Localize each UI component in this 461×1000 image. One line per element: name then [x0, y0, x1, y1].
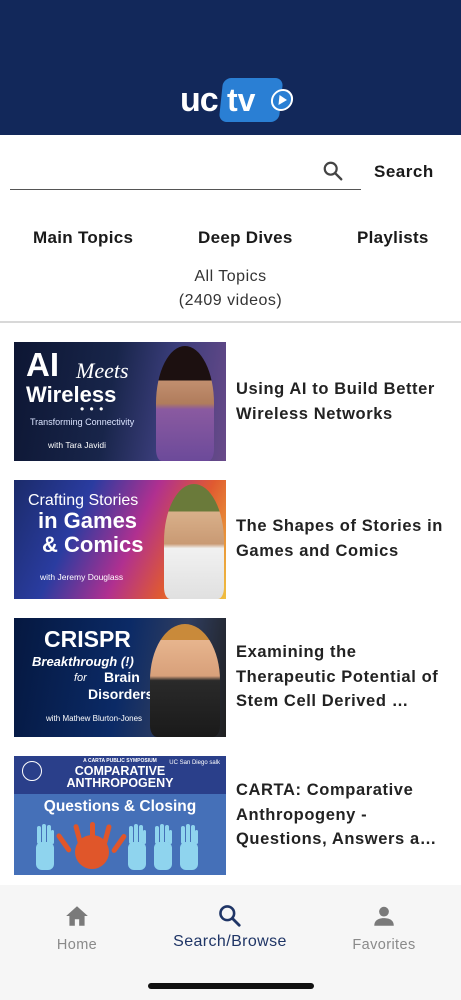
video-title[interactable]: CARTA: Comparative Anthropogeny - Questi… [236, 778, 451, 852]
thumb-text: ANTHROPOGENY [66, 776, 174, 790]
search-input[interactable] [10, 150, 361, 190]
list-item-video-1[interactable]: AI Meets Wireless • • • Transforming Con… [14, 342, 454, 462]
search-row: Search [10, 150, 451, 192]
tab-main-topics[interactable]: Main Topics [33, 228, 133, 248]
home-indicator[interactable] [148, 983, 314, 989]
thumb-text: CRISPR [44, 626, 131, 652]
thumb-text: • • • [80, 402, 105, 416]
presenter-photo [150, 624, 220, 737]
list-item-video-4[interactable]: A CARTA PUBLIC SYMPOSIUM COMPARATIVE ANT… [14, 756, 454, 876]
thumb-text: Disorders [88, 686, 154, 702]
bottom-navigation: Home Search/Browse Favorites [0, 885, 461, 1000]
app-header: uc tv [0, 0, 461, 135]
search-icon[interactable] [322, 160, 344, 182]
nav-search-label: Search/Browse [173, 933, 287, 950]
thumb-presenter: with Mathew Blurton-Jones [46, 714, 143, 723]
topic-title: All Topics [194, 268, 267, 285]
hands-illustration-icon [36, 822, 198, 870]
thumb-text: & Comics [42, 532, 144, 557]
nav-favorites-label: Favorites [352, 937, 416, 953]
play-icon [269, 89, 294, 111]
divider [0, 321, 461, 323]
search-button[interactable]: Search [374, 162, 434, 182]
logo-tv-box: tv [218, 78, 294, 122]
thumb-text: Questions & Closing [43, 798, 197, 815]
logo-uc-text: uc [180, 81, 219, 119]
tab-deep-dives[interactable]: Deep Dives [198, 228, 293, 248]
nav-home[interactable]: Home [17, 903, 137, 953]
video-title[interactable]: Using AI to Build Better Wireless Networ… [236, 377, 451, 426]
thumb-text: Brain Disorders [88, 669, 153, 703]
nav-home-label: Home [56, 937, 98, 953]
search-icon [219, 905, 241, 927]
thumb-text: AI [26, 346, 59, 383]
presenter-photo [164, 484, 224, 599]
thumb-text: in Games [38, 508, 138, 533]
video-thumbnail[interactable]: A CARTA PUBLIC SYMPOSIUM COMPARATIVE ANT… [14, 756, 226, 875]
home-icon [66, 906, 88, 926]
nav-favorites[interactable]: Favorites [324, 903, 444, 953]
thumb-text: Meets [76, 358, 129, 383]
thumb-text: Breakthrough (!) [32, 654, 134, 669]
nav-search-browse[interactable]: Search/Browse [170, 903, 290, 951]
thumb-text: for [74, 672, 87, 684]
person-icon [374, 906, 394, 926]
thumb-presenter: with Jeremy Douglass [40, 572, 124, 582]
video-thumbnail[interactable]: CRISPR Breakthrough (!) for Brain Disord… [14, 618, 226, 737]
thumb-logo-text: UC San Diego salk [169, 760, 220, 766]
thumb-text: Brain [104, 669, 140, 685]
video-title[interactable]: Examining the Therapeutic Potential of S… [236, 640, 451, 714]
topic-tabs: Main Topics Deep Dives Playlists [0, 228, 461, 252]
video-thumbnail[interactable]: AI Meets Wireless • • • Transforming Con… [14, 342, 226, 461]
uctv-logo[interactable]: uc tv [180, 76, 294, 124]
video-title[interactable]: The Shapes of Stories in Games and Comic… [236, 514, 451, 563]
list-item-video-3[interactable]: CRISPR Breakthrough (!) for Brain Disord… [14, 618, 454, 738]
logo-tv-text: tv [226, 82, 256, 118]
thumb-text: Transforming Connectivity [30, 417, 135, 427]
list-item-video-2[interactable]: Crafting Stories in Games & Comics with … [14, 480, 454, 600]
thumb-presenter: with Tara Javidi [48, 440, 106, 450]
tab-playlists[interactable]: Playlists [357, 228, 429, 248]
topic-video-count: (2409 videos) [178, 292, 283, 309]
presenter-photo [156, 346, 214, 461]
video-thumbnail[interactable]: Crafting Stories in Games & Comics with … [14, 480, 226, 599]
